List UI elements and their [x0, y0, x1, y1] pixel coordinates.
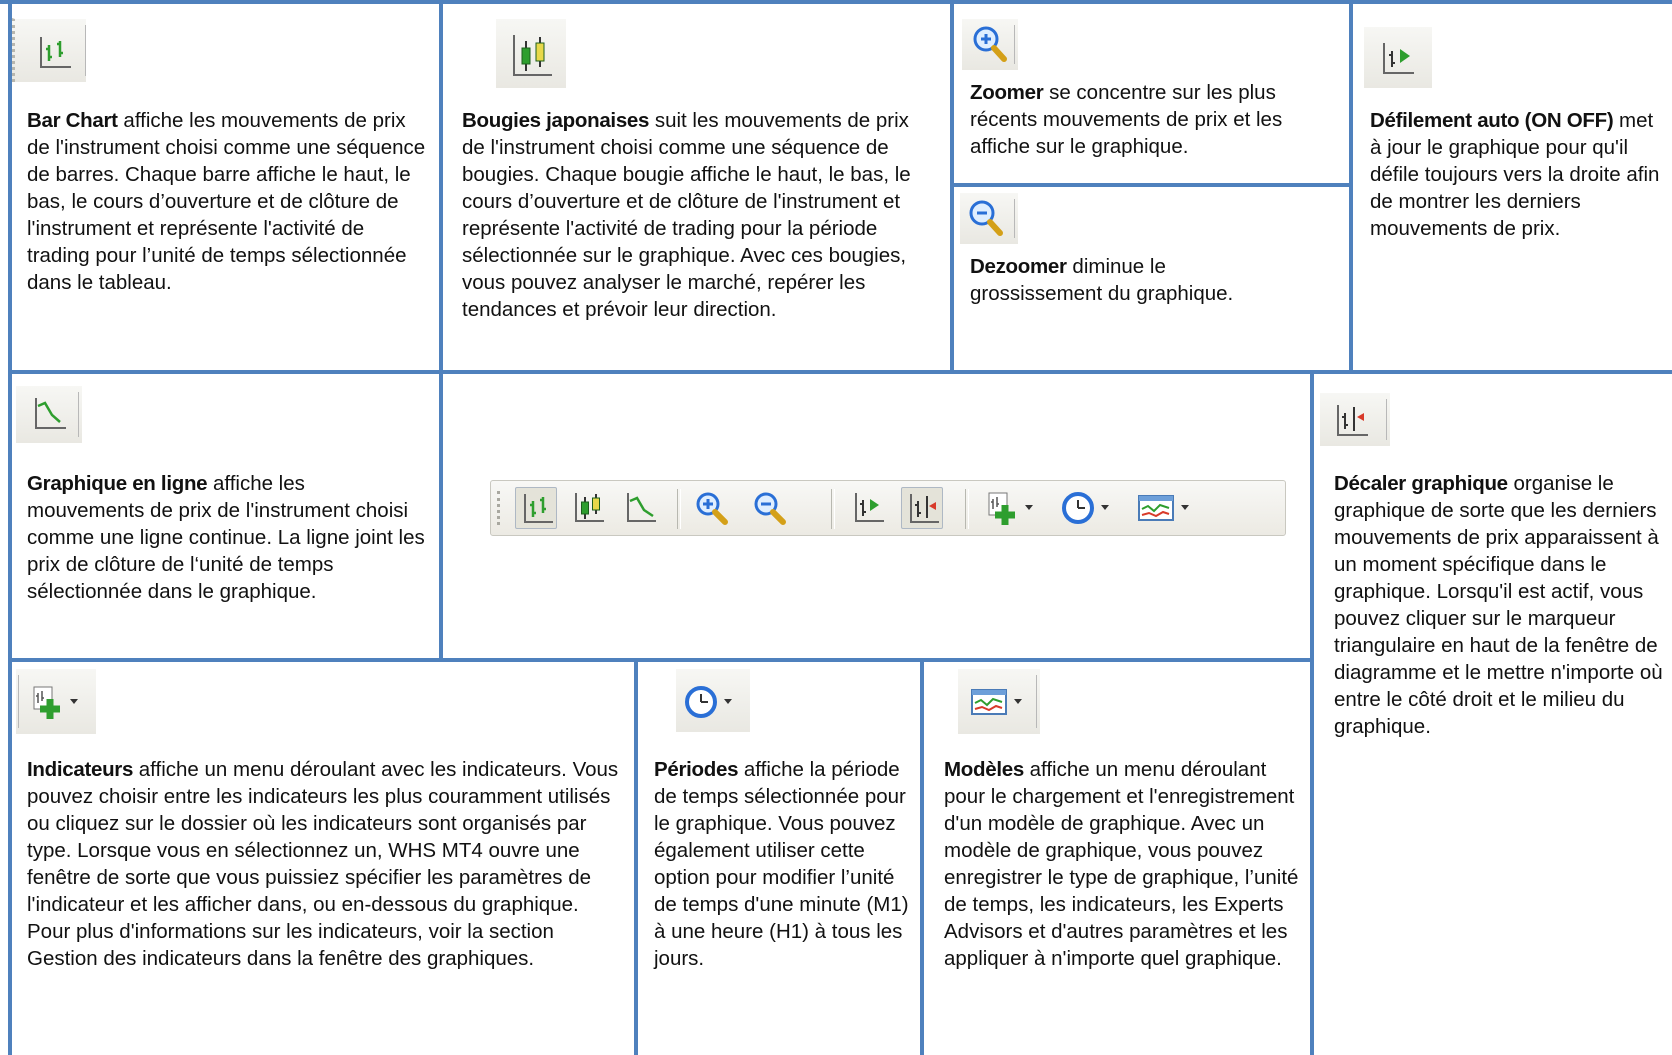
autoscroll-icon: [1383, 43, 1414, 74]
toolbar-chart-shift-button[interactable]: [901, 487, 943, 529]
toolbar-periods-button[interactable]: [1057, 487, 1119, 529]
candles-desc: Bougies japonaises suit les mouvements d…: [462, 107, 932, 323]
indicators-text: affiche un menu déroulant avec les indic…: [27, 758, 619, 970]
templates-icon: [1138, 495, 1189, 521]
zoom-out-icon: [969, 200, 1003, 236]
toolbar-zoom-in-button[interactable]: [691, 487, 733, 529]
chart-shift-title: Décaler graphique: [1334, 472, 1508, 495]
line-chart-title: Graphique en ligne: [27, 472, 208, 495]
toolbar-bar-chart-button[interactable]: [515, 487, 557, 529]
chart-shift-desc: Décaler graphique organise le graphique …: [1334, 470, 1670, 740]
chart-shift-icon: [910, 494, 939, 523]
grid-border-left: [8, 0, 12, 1055]
bar-chart-desc: Bar Chart affiche les mouvements de prix…: [27, 107, 427, 296]
candlestick-icon: [513, 35, 552, 76]
toolbar-zoom-out-button[interactable]: [749, 487, 791, 529]
grid-border-top: [0, 0, 1672, 4]
zoom-out-desc: Dezoomer diminue le grossissement du gra…: [970, 253, 1270, 307]
toolbar-line-chart-button[interactable]: [619, 487, 661, 529]
autoscroll-title: Défilement auto (ON OFF): [1370, 109, 1614, 132]
toolbar-separator: [677, 489, 681, 529]
line-chart-icon: [35, 398, 66, 429]
bar-chart-icon-thumb: [12, 18, 86, 82]
indicators-desc: Indicateurs affiche un menu déroulant av…: [27, 756, 627, 972]
autoscroll-icon: [855, 493, 884, 522]
periods-text: affiche la période de temps sélectionnée…: [654, 758, 909, 970]
candles-title: Bougies japonaises: [462, 109, 650, 132]
grid-vline-5: [634, 658, 638, 1055]
bar-chart-text: affiche les mouvements de prix de l'inst…: [27, 109, 426, 294]
toolbar-grip[interactable]: [497, 491, 504, 525]
periods-desc: Périodes affiche la période de temps sél…: [654, 756, 914, 972]
line-chart-icon-thumb: [16, 385, 82, 443]
autoscroll-icon-thumb: [1364, 26, 1432, 88]
indicators-icon-thumb: [16, 668, 96, 734]
zoom-out-icon-thumb: [960, 192, 1018, 244]
zoom-out-icon: [754, 492, 786, 525]
line-chart-desc: Graphique en ligne affiche les mouvement…: [27, 470, 427, 605]
toolbar-separator: [831, 489, 835, 529]
grid-vline-1: [439, 0, 443, 660]
bar-chart-icon: [40, 37, 71, 68]
toolbar-indicators-button[interactable]: [981, 487, 1043, 529]
templates-title: Modèles: [944, 758, 1024, 781]
zoom-in-icon: [696, 492, 728, 525]
indicators-icon: [988, 492, 1033, 525]
toolbar-separator: [965, 489, 969, 529]
grid-vline-6: [920, 658, 924, 1055]
templates-icon-thumb: [958, 668, 1040, 734]
zoom-in-icon-thumb: [962, 18, 1018, 70]
bar-chart-icon: [524, 494, 553, 523]
toolbar-templates-button[interactable]: [1131, 487, 1201, 529]
grid-hline-1: [8, 370, 1672, 374]
grid-vline-4: [1310, 370, 1314, 1055]
indicators-icon: [33, 686, 78, 719]
toolbar-autoscroll-button[interactable]: [847, 487, 889, 529]
autoscroll-desc: Défilement auto (ON OFF) met à jour le g…: [1370, 107, 1666, 242]
zoom-in-icon: [973, 26, 1007, 62]
periods-clock-icon: [685, 686, 732, 718]
zoom-in-desc: Zoomer se concentre sur les plus récents…: [970, 79, 1342, 160]
grid-hline-zoom: [952, 183, 1351, 187]
chart-shift-icon: [1337, 405, 1368, 436]
candles-icon-thumb: [496, 18, 566, 88]
periods-icon-thumb: [676, 668, 750, 732]
candlestick-icon: [575, 493, 604, 522]
periods-title: Périodes: [654, 758, 739, 781]
templates-desc: Modèles affiche un menu déroulant pour l…: [944, 756, 1304, 972]
charts-toolbar: [490, 480, 1286, 536]
periods-clock-icon: [1062, 492, 1109, 524]
bar-chart-title: Bar Chart: [27, 109, 118, 132]
chart-shift-text: organise le graphique de sorte que les d…: [1334, 472, 1663, 738]
chart-shift-icon-thumb: [1320, 392, 1390, 446]
grid-hline-2: [8, 658, 1314, 662]
line-chart-icon: [627, 493, 656, 522]
indicators-title: Indicateurs: [27, 758, 134, 781]
templates-icon: [971, 689, 1022, 715]
toolbar-candles-button[interactable]: [567, 487, 609, 529]
candles-text: suit les mouvements de prix de l'instrum…: [462, 109, 911, 321]
templates-text: affiche un menu déroulant pour le charge…: [944, 758, 1299, 970]
zoom-in-title: Zoomer: [970, 81, 1044, 104]
zoom-out-title: Dezoomer: [970, 255, 1067, 278]
